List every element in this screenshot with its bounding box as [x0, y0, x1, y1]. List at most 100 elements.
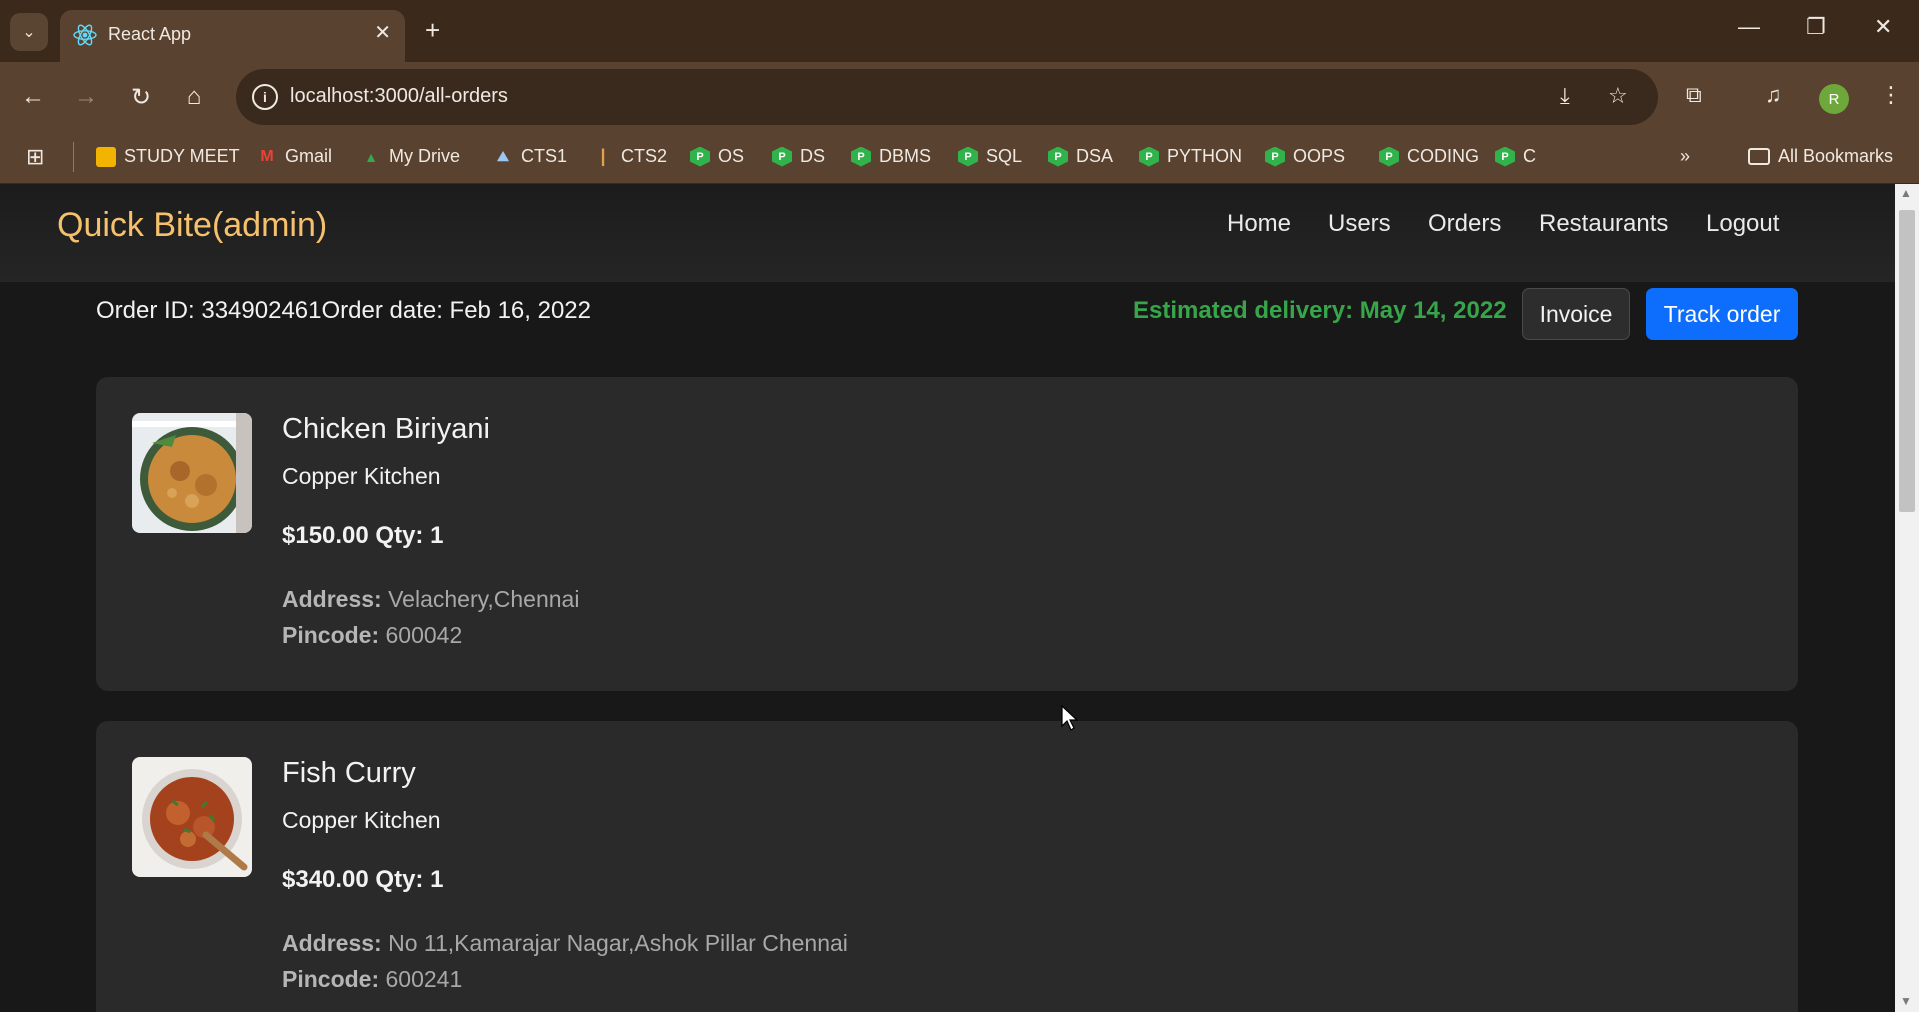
nav-home[interactable]: Home: [1227, 210, 1291, 238]
react-icon: [73, 24, 97, 46]
bookmark-cts1[interactable]: ⛰ CTS1: [493, 146, 567, 167]
pincode-value: 600042: [385, 622, 463, 648]
nav-restaurants[interactable]: Restaurants: [1539, 210, 1668, 238]
order-header: Order ID: 334902461Order date: Feb 16, 2…: [96, 297, 591, 325]
bookmark-c[interactable]: PC: [1495, 146, 1536, 167]
bookmarks-bar: ⊞ STUDY MEET M Gmail ▲ My Drive ⛰ CTS1 | CTS2 P OS…: [0, 132, 1919, 184]
order-id: Order ID: 334902461: [96, 297, 322, 324]
bookmark-ds[interactable]: P DS: [772, 146, 825, 167]
restaurant-name: Copper Kitchen: [282, 807, 441, 833]
bookmark-favicon-icon: P: [1379, 146, 1399, 167]
bookmark-python[interactable]: P PYTHON: [1139, 146, 1242, 167]
bookmark-favicon-icon: |: [600, 146, 606, 166]
bookmark-label: CTS1: [521, 146, 568, 166]
bookmark-cts2[interactable]: | CTS2: [593, 146, 667, 167]
bookmark-label: CTS2: [621, 146, 668, 166]
address-label: Address:: [282, 586, 382, 612]
bookmark-label: PYTHON: [1167, 146, 1243, 166]
bookmark-favicon-icon: P: [1139, 146, 1159, 167]
new-tab-icon[interactable]: +: [425, 16, 440, 44]
reload-icon[interactable]: ↻: [124, 80, 158, 114]
folder-icon: [1748, 148, 1770, 165]
url-text[interactable]: localhost:3000/all-orders: [290, 85, 508, 108]
bookmark-my-drive[interactable]: ▲ My Drive: [361, 146, 460, 167]
bookmark-label: OOPS: [1293, 146, 1346, 166]
item-name: Fish Curry: [282, 757, 416, 789]
address-bar[interactable]: i localhost:3000/all-orders ⤓ ☆: [236, 69, 1658, 125]
close-window-icon[interactable]: ✕: [1874, 14, 1892, 40]
bookmark-label: STUDY MEET: [124, 146, 240, 166]
nav-orders[interactable]: Orders: [1428, 210, 1501, 238]
track-order-button[interactable]: Track order: [1646, 288, 1798, 340]
pincode-label: Pincode:: [282, 622, 380, 648]
pincode-line: Pincode: 600042: [282, 622, 462, 649]
tab-search-button[interactable]: ⌄: [10, 13, 48, 51]
bookmark-favicon-icon: P: [1048, 146, 1068, 167]
bookmark-star-icon[interactable]: ☆: [1608, 83, 1628, 109]
apps-grid-icon[interactable]: ⊞: [26, 144, 44, 170]
bookmark-os[interactable]: P OS: [690, 146, 744, 167]
bookmark-favicon-icon: P: [772, 146, 792, 167]
price-qty: $340.00 Qty: 1: [282, 866, 444, 893]
bookmark-gmail[interactable]: M Gmail: [257, 146, 332, 167]
site-info-icon[interactable]: i: [252, 84, 278, 110]
browser-tab-bar: ⌄ React App ✕ + — ❐ ✕: [0, 0, 1919, 62]
brand-title[interactable]: Quick Bite(admin): [57, 206, 327, 245]
invoice-button[interactable]: Invoice: [1522, 288, 1630, 340]
all-bookmarks-label: All Bookmarks: [1778, 146, 1894, 166]
pincode-value: 600241: [385, 966, 463, 992]
bookmark-sql[interactable]: P SQL: [958, 146, 1022, 167]
pincode-line: Pincode: 600241: [282, 966, 462, 993]
profile-avatar[interactable]: R: [1819, 84, 1849, 114]
scrollbar-thumb[interactable]: [1899, 210, 1915, 512]
bookmarks-divider: [73, 142, 74, 172]
page-scrollbar[interactable]: ▲ ▼: [1895, 184, 1919, 1012]
biryani-image: [132, 413, 252, 533]
order-item-card: Fish Curry Copper Kitchen $340.00 Qty: 1…: [96, 721, 1798, 1012]
media-control-icon[interactable]: ♫: [1765, 82, 1782, 108]
more-bookmarks-icon[interactable]: »: [1680, 146, 1690, 167]
home-icon[interactable]: ⌂: [177, 80, 211, 114]
address-label: Address:: [282, 930, 382, 956]
menu-icon[interactable]: ⋮: [1880, 82, 1902, 108]
minimize-icon[interactable]: —: [1738, 14, 1760, 40]
bookmark-label: DSA: [1076, 146, 1114, 166]
address-line: Address: Velachery,Chennai: [282, 586, 579, 613]
browser-toolbar: ← → ↻ ⌂ i localhost:3000/all-orders ⤓ ☆ …: [0, 62, 1919, 132]
nav-users[interactable]: Users: [1328, 210, 1391, 238]
bookmark-label: My Drive: [389, 146, 460, 166]
order-date: Order date: Feb 16, 2022: [321, 297, 591, 324]
scroll-down-icon[interactable]: ▼: [1900, 994, 1912, 1008]
bookmark-favicon-icon: P: [958, 146, 978, 167]
bookmark-label: SQL: [986, 146, 1023, 166]
bookmark-favicon-icon: ▲: [364, 148, 378, 165]
bookmark-favicon-icon: P: [851, 146, 871, 167]
page-viewport: Quick Bite(admin) Home Users Orders Rest…: [0, 184, 1895, 1012]
bookmark-dsa[interactable]: P DSA: [1048, 146, 1113, 167]
nav-logout[interactable]: Logout: [1706, 210, 1779, 238]
all-bookmarks-button[interactable]: All Bookmarks: [1748, 146, 1893, 167]
bookmark-favicon-icon: ⛰: [497, 148, 509, 164]
forward-icon[interactable]: →: [69, 80, 103, 114]
back-icon[interactable]: ←: [16, 80, 50, 114]
scroll-up-icon[interactable]: ▲: [1900, 186, 1912, 200]
bookmark-oops[interactable]: P OOPS: [1265, 146, 1345, 167]
address-line: Address: No 11,Kamarajar Nagar,Ashok Pil…: [282, 930, 848, 957]
restore-icon[interactable]: ❐: [1806, 14, 1826, 40]
install-app-icon[interactable]: ⤓: [1560, 83, 1570, 109]
tab-title: React App: [108, 24, 192, 44]
bookmark-study-meet[interactable]: STUDY MEET: [96, 146, 240, 167]
bookmark-coding[interactable]: P CODING: [1379, 146, 1479, 167]
bookmark-dbms[interactable]: P DBMS: [851, 146, 931, 167]
bookmark-favicon-icon: P: [1265, 146, 1285, 167]
estimated-delivery: Estimated delivery: May 14, 2022: [1133, 297, 1507, 324]
close-tab-icon[interactable]: ✕: [374, 22, 391, 44]
fish-curry-image: [132, 757, 252, 877]
browser-tab[interactable]: React App ✕: [60, 10, 405, 62]
bookmark-label: DS: [800, 146, 826, 166]
restaurant-name: Copper Kitchen: [282, 463, 441, 489]
order-item-card: Chicken Biriyani Copper Kitchen $150.00 …: [96, 377, 1798, 691]
extensions-icon[interactable]: ⧉: [1686, 82, 1702, 108]
item-name: Chicken Biriyani: [282, 413, 490, 445]
bookmark-favicon-icon: M: [260, 147, 274, 165]
